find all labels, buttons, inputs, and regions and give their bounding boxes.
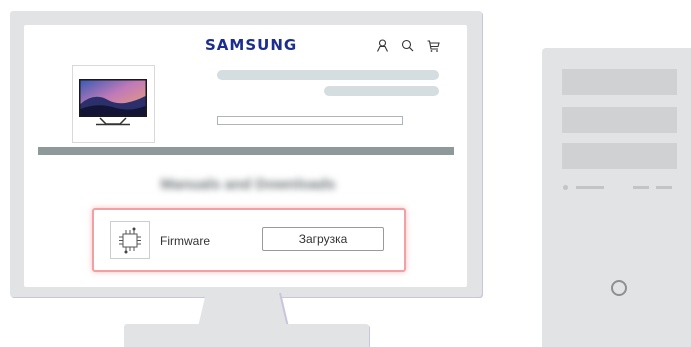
front-panel-slot [576, 186, 604, 189]
search-icon[interactable] [401, 39, 414, 52]
drive-bay-2 [562, 107, 677, 133]
manuals-downloads-heading: Manuals and Downloads [160, 176, 336, 193]
samsung-logo[interactable]: SAMSUNG [205, 36, 296, 54]
drive-bay-1 [562, 69, 677, 95]
section-divider [38, 147, 454, 155]
front-panel-port-2 [656, 186, 672, 189]
product-subtitle-placeholder [324, 86, 439, 96]
product-input-field[interactable] [217, 116, 403, 125]
chip-icon [119, 227, 141, 254]
product-title-placeholder [217, 70, 439, 80]
drive-bay-3 [562, 143, 677, 169]
tv-product-image [79, 79, 147, 126]
monitor-stand-neck [198, 293, 289, 327]
firmware-label: Firmware [160, 234, 210, 248]
user-icon[interactable] [376, 39, 389, 52]
status-led-icon [563, 185, 568, 190]
monitor-stand-base [124, 324, 369, 347]
cart-icon[interactable] [427, 39, 440, 52]
front-panel-port-1 [633, 186, 649, 189]
download-button[interactable]: Загрузка [262, 227, 384, 251]
power-button-icon[interactable] [611, 280, 627, 296]
